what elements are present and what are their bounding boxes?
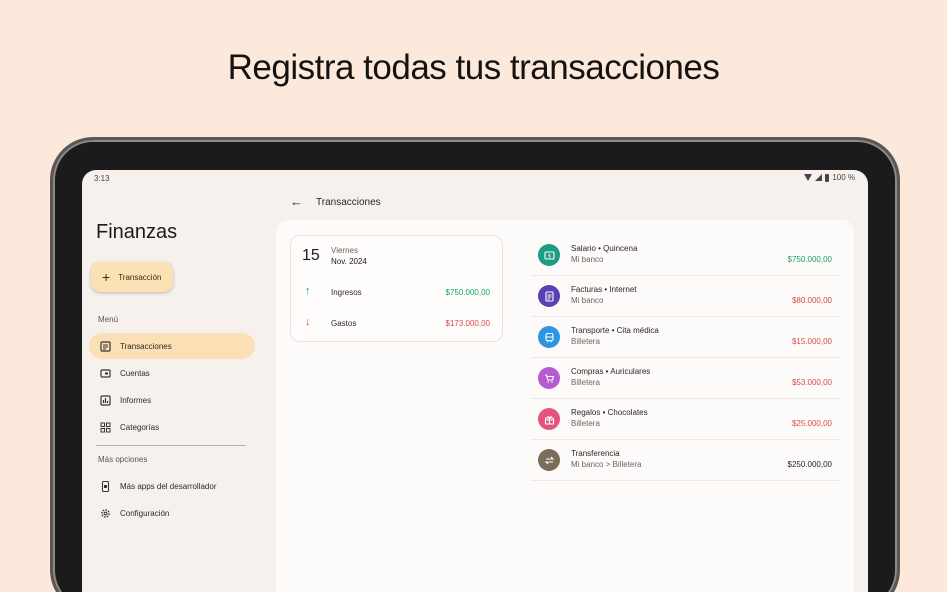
transaction-name: Transporte • Cita médica (571, 326, 659, 335)
income-label: Ingresos (331, 288, 362, 297)
sidebar-item-label: Cuentas (120, 368, 150, 378)
income-amount: $750.000,00 (445, 288, 491, 297)
list-item[interactable]: Transporte • Cita médica Billetera $15.0… (531, 317, 841, 358)
add-transaction-label: Transacción (118, 272, 162, 282)
receipt-icon (100, 340, 111, 352)
sidebar-item-label: Informes (120, 395, 152, 405)
month-year: Nov. 2024 (331, 257, 367, 266)
sidebar-item-categorias[interactable]: Categorías (89, 414, 255, 440)
sidebar-item-label: Categorías (120, 422, 160, 432)
transaction-account: Billetera (571, 378, 600, 387)
expense-label: Gastos (331, 319, 357, 328)
transaction-account: Billetera (571, 419, 600, 428)
bus-icon (538, 326, 560, 348)
cart-icon (538, 367, 560, 389)
expense-row: ↓ Gastos $173.000,00 (291, 317, 502, 331)
transaction-name: Regalos • Chocolates (571, 408, 648, 417)
transaction-name: Facturas • Internet (571, 285, 637, 294)
bar-chart-icon (100, 394, 111, 406)
transaction-amount: $750.000,00 (787, 255, 833, 264)
signal-icon (815, 174, 823, 181)
app-title: Finanzas (96, 221, 178, 243)
headline: Registra todas tus transacciones (227, 48, 720, 87)
back-arrow-icon[interactable]: ← (290, 194, 303, 209)
transaction-account: Mi banco (571, 255, 604, 264)
add-transaction-button[interactable]: + Transacción (91, 262, 173, 292)
page-title: Transacciones (316, 197, 381, 208)
arrow-up-icon: ↑ (305, 285, 311, 297)
menu-section-label: Menú (98, 315, 119, 324)
list-item[interactable]: Regalos • Chocolates Billetera $25.000,0… (531, 399, 841, 440)
battery-level: 100 % (832, 173, 855, 182)
phone-app-icon (100, 480, 111, 492)
expense-amount: $173.000,00 (445, 319, 491, 328)
list-item[interactable]: $ Salario • Quincena Mi banco $750.000,0… (531, 235, 841, 276)
arrow-down-icon: ↓ (305, 316, 311, 328)
wifi-icon (804, 174, 813, 181)
sidebar-divider (96, 445, 246, 446)
more-options-label: Más opciones (98, 455, 148, 464)
transaction-amount: $250.000,00 (787, 460, 833, 469)
sidebar-item-label: Más apps del desarrollador (120, 481, 217, 491)
sidebar-item-informes[interactable]: Informes (89, 387, 255, 413)
transaction-list: $ Salario • Quincena Mi banco $750.000,0… (531, 235, 841, 481)
weekday: Viernes (331, 246, 358, 255)
transaction-amount: $80.000,00 (791, 296, 832, 305)
transaction-name: Salario • Quincena (571, 244, 638, 253)
sidebar-item-configuracion[interactable]: Configuración (89, 500, 255, 526)
list-item[interactable]: Compras • Auriculares Billetera $53.000,… (531, 358, 841, 399)
day-number: 15 (302, 247, 320, 264)
list-item[interactable]: Transferencia Mi banco > Billetera $250.… (531, 440, 841, 481)
sidebar-item-transacciones[interactable]: Transacciones (89, 333, 255, 359)
transaction-account: Mi banco (571, 296, 604, 305)
invoice-icon (538, 285, 560, 307)
transaction-amount: $53.000,00 (791, 378, 832, 387)
grid-icon (100, 422, 111, 433)
list-item[interactable]: Facturas • Internet Mi banco $80.000,00 (531, 276, 841, 317)
transfer-icon (538, 449, 560, 471)
sidebar-item-label: Configuración (120, 508, 170, 518)
transaction-amount: $25.000,00 (791, 419, 832, 428)
gear-icon (100, 508, 111, 519)
transaction-name: Compras • Auriculares (571, 367, 651, 376)
sidebar-item-more-apps[interactable]: Más apps del desarrollador (89, 473, 255, 499)
transaction-account: Billetera (571, 337, 600, 346)
sidebar-item-label: Transacciones (120, 341, 172, 351)
content-panel: 15 Viernes Nov. 2024 ↑ Ingresos $750.000… (276, 220, 854, 592)
sidebar-item-cuentas[interactable]: Cuentas (89, 360, 255, 386)
money-icon: $ (538, 244, 560, 266)
transaction-amount: $15.000,00 (791, 337, 832, 346)
plus-icon: + (102, 269, 111, 285)
app-screen: 3:13 100 % Finanzas + Transacción Menú T… (82, 170, 868, 592)
day-summary-card[interactable]: 15 Viernes Nov. 2024 ↑ Ingresos $750.000… (290, 235, 503, 342)
wallet-icon (100, 368, 111, 379)
status-time: 3:13 (94, 174, 110, 183)
income-row: ↑ Ingresos $750.000,00 (291, 286, 502, 300)
transaction-name: Transferencia (571, 449, 620, 458)
gift-icon (538, 408, 560, 430)
svg-text:$: $ (547, 253, 551, 259)
battery-icon (825, 173, 830, 182)
status-bar: 3:13 100 % (82, 170, 868, 186)
transaction-account: Mi banco > Billetera (571, 460, 642, 469)
